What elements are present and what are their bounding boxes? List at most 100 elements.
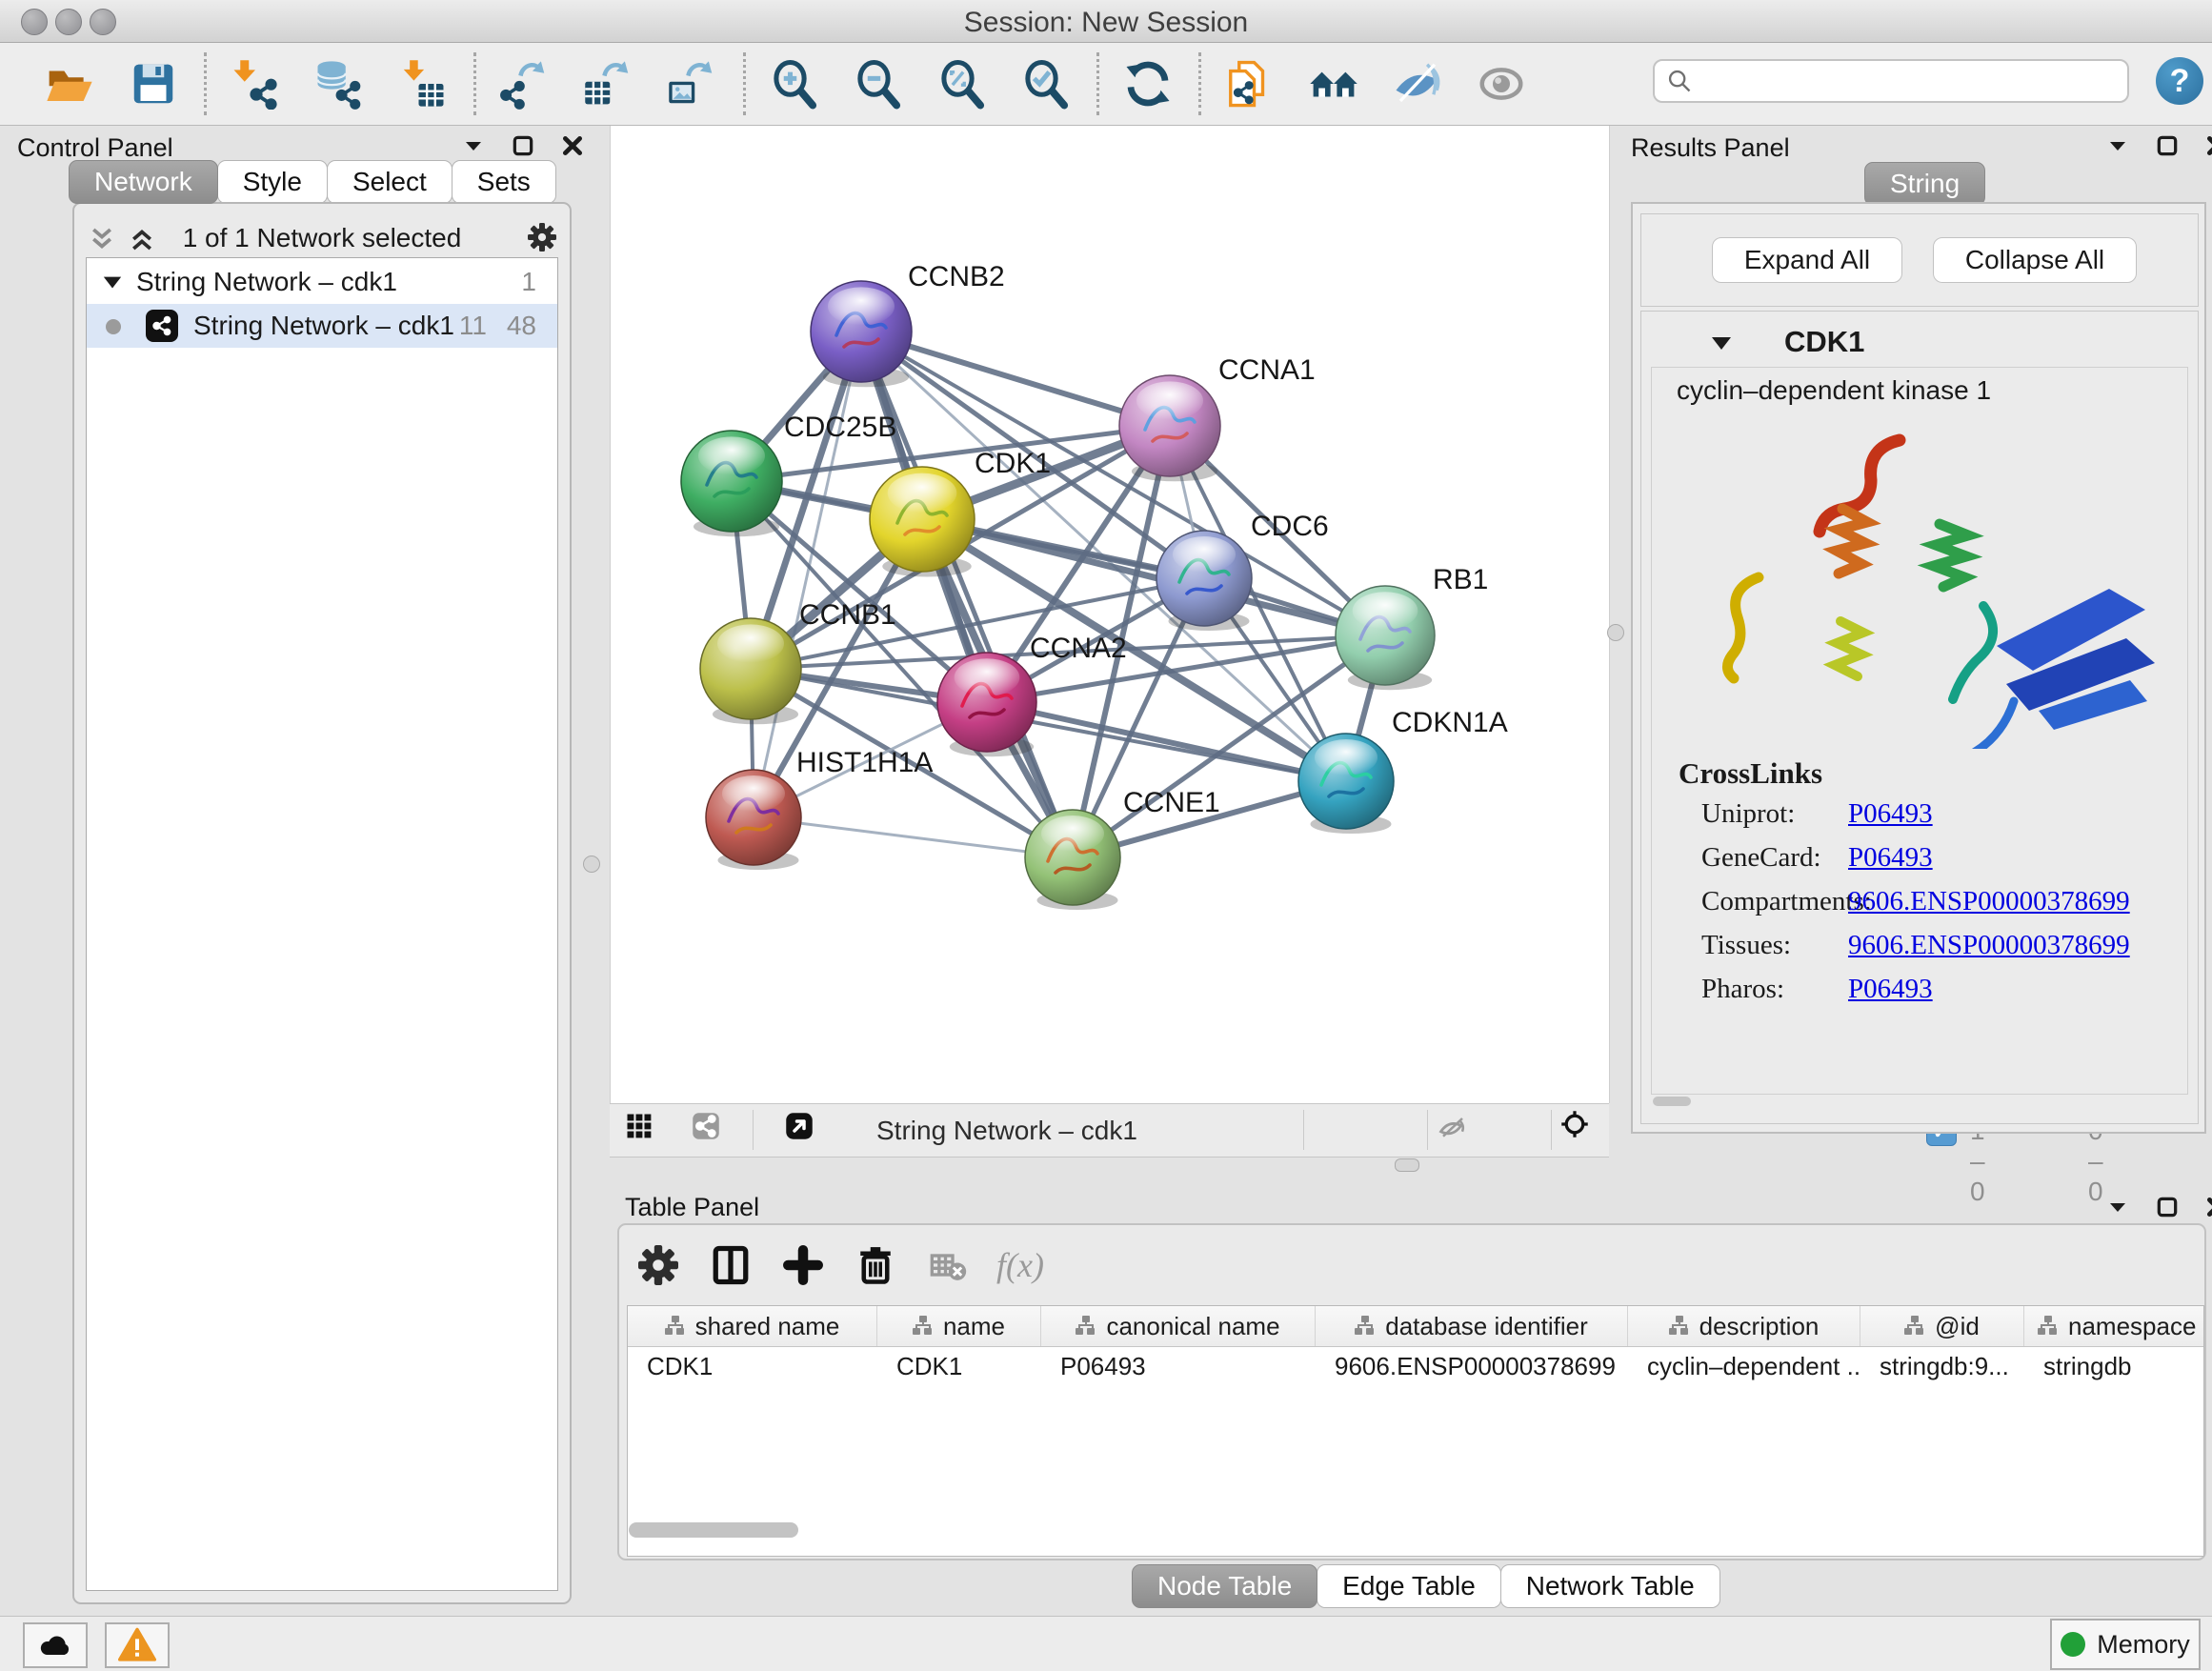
tab-network-table[interactable]: Network Table <box>1500 1564 1720 1608</box>
close-results-panel-icon[interactable] <box>2202 131 2212 160</box>
gene-name: CDK1 <box>1784 325 1864 359</box>
zoom-fit-button[interactable] <box>933 54 992 113</box>
maximize-panel-icon[interactable] <box>509 131 537 160</box>
cell-@id[interactable]: stringdb:9... <box>1860 1352 2024 1381</box>
cell-canonical-name[interactable]: P06493 <box>1041 1352 1316 1381</box>
memory-button[interactable]: Memory <box>2050 1619 2201 1670</box>
network-options-gear-icon[interactable] <box>528 223 556 252</box>
tab-network[interactable]: Network <box>69 160 218 204</box>
memory-label: Memory <box>2097 1630 2190 1660</box>
cloud-status-button[interactable] <box>23 1622 88 1668</box>
float-table-panel-icon[interactable] <box>2103 1193 2132 1221</box>
crosslink-link[interactable]: 9606.ENSP00000378699 <box>1848 886 2130 917</box>
function-builder-icon: f(x) <box>996 1241 1044 1289</box>
expand-all-button[interactable]: Expand All <box>1712 237 1902 283</box>
column-header-database-identifier[interactable]: database identifier <box>1316 1306 1628 1346</box>
maximize-results-panel-icon[interactable] <box>2153 131 2182 160</box>
tab-select[interactable]: Select <box>327 160 452 204</box>
help-button[interactable]: ? <box>2156 57 2203 105</box>
network-collection-row[interactable]: String Network – cdk1 1 <box>87 260 557 304</box>
float-panel-icon[interactable] <box>459 131 488 160</box>
column-header-name[interactable]: name <box>877 1306 1041 1346</box>
maximize-table-panel-icon[interactable] <box>2153 1193 2182 1221</box>
table-tabs: Node Table Edge Table Network Table <box>1132 1564 1719 1608</box>
import-network-database-button[interactable] <box>310 54 369 113</box>
network-canvas[interactable]: CCNB2CCNA1CDC25BCDK1CDC6RB1CCNB1CCNA2CDK… <box>610 126 1610 1103</box>
network-share-view-icon[interactable] <box>692 1112 720 1140</box>
crosslink-label: Compartments: <box>1701 886 1872 916</box>
right-splitter-handle[interactable] <box>1607 624 1624 641</box>
export-network-button[interactable] <box>495 54 554 113</box>
zoom-in-button[interactable] <box>765 54 824 113</box>
string-show-structures-button[interactable] <box>1388 54 1447 113</box>
table-settings-gear-icon[interactable] <box>634 1241 682 1289</box>
table-hscrollbar-thumb[interactable] <box>629 1522 798 1538</box>
cell-name[interactable]: CDK1 <box>877 1352 1041 1381</box>
crosslink-label: Pharos: <box>1701 974 1784 1004</box>
open-session-button[interactable] <box>40 54 99 113</box>
warnings-button[interactable] <box>105 1622 170 1668</box>
fit-selected-crosshair-icon[interactable] <box>1560 1110 1589 1138</box>
refresh-view-button[interactable] <box>1118 54 1177 113</box>
import-table-file-button[interactable] <box>393 54 452 113</box>
network-view-toolbar: String Network – cdk1 ✓ 1 – 0 0 – 0 <box>610 1103 1609 1158</box>
edge-CCNB2-HIST1H1A[interactable] <box>754 332 861 817</box>
save-session-button[interactable] <box>124 54 183 113</box>
tab-sets[interactable]: Sets <box>452 160 556 204</box>
cell-database-identifier[interactable]: 9606.ENSP00000378699 <box>1316 1352 1628 1381</box>
import-network-file-button[interactable] <box>226 54 285 113</box>
column-header-shared-name[interactable]: shared name <box>628 1306 877 1346</box>
cloud-icon <box>36 1626 74 1664</box>
tab-edge-table[interactable]: Edge Table <box>1317 1564 1501 1608</box>
cell-namespace[interactable]: stringdb <box>2024 1352 2204 1381</box>
results-scrollbar-thumb[interactable] <box>1653 1097 1691 1106</box>
network-list: String Network – cdk1 1 String Network –… <box>86 257 558 1591</box>
string-enhanced-view-button[interactable] <box>1472 54 1531 113</box>
delete-column-trash-icon[interactable] <box>852 1241 899 1289</box>
cell-description[interactable]: cyclin–dependent ... <box>1628 1352 1860 1381</box>
column-header-description[interactable]: description <box>1628 1306 1860 1346</box>
network-status-dot <box>106 319 121 334</box>
export-table-button[interactable] <box>579 54 638 113</box>
cell-shared-name[interactable]: CDK1 <box>628 1352 877 1381</box>
string-home-button[interactable] <box>1304 54 1363 113</box>
add-column-icon[interactable] <box>779 1241 827 1289</box>
crosslink-link[interactable]: 9606.ENSP00000378699 <box>1848 930 2130 961</box>
column-header-@id[interactable]: @id <box>1860 1306 2024 1346</box>
crosslink-link[interactable]: P06493 <box>1848 842 1933 874</box>
tab-string-results[interactable]: String <box>1864 162 1985 206</box>
close-panel-icon[interactable] <box>558 131 587 160</box>
search-box[interactable] <box>1653 59 2129 103</box>
node-label-CDC6: CDC6 <box>1251 511 1329 542</box>
gene-section-expander-icon[interactable] <box>1710 334 1733 358</box>
export-image-button[interactable] <box>663 54 722 113</box>
column-header-namespace[interactable]: namespace <box>2024 1306 2204 1346</box>
title-bar: Session: New Session <box>0 0 2212 43</box>
zoom-selected-button[interactable] <box>1016 54 1076 113</box>
collapse-all-button[interactable]: Collapse All <box>1933 237 2137 283</box>
zoom-out-button[interactable] <box>849 54 908 113</box>
bottom-splitter-handle[interactable] <box>1395 1158 1419 1172</box>
show-column-icon[interactable] <box>707 1241 754 1289</box>
edge-CCNA2-CDKN1A[interactable] <box>987 702 1346 781</box>
crosslink-link[interactable]: P06493 <box>1848 798 1933 830</box>
collection-expander-icon[interactable] <box>102 273 123 292</box>
tab-node-table[interactable]: Node Table <box>1132 1564 1317 1608</box>
table-row[interactable]: CDK1CDK1P064939606.ENSP00000378699cyclin… <box>628 1347 2203 1385</box>
search-input[interactable] <box>1693 66 2106 97</box>
node-label-CCNB2: CCNB2 <box>908 261 1005 292</box>
column-header-canonical-name[interactable]: canonical name <box>1041 1306 1316 1346</box>
crosslink-row: Uniprot: P06493 <box>1701 798 2178 830</box>
crosslink-row: Tissues: 9606.ENSP00000378699 <box>1701 930 2178 961</box>
crosslink-link[interactable]: P06493 <box>1848 974 1933 1005</box>
control-panel-title: Control Panel <box>17 133 173 163</box>
toolbar-separator <box>204 52 207 115</box>
float-results-panel-icon[interactable] <box>2103 131 2132 160</box>
string-import-button[interactable] <box>1220 54 1279 113</box>
birds-eye-view-icon[interactable] <box>785 1112 814 1140</box>
left-splitter-handle[interactable] <box>583 856 600 873</box>
network-row-selected[interactable]: String Network – cdk1 11 48 <box>87 304 557 348</box>
tab-style[interactable]: Style <box>217 160 328 204</box>
close-table-panel-icon[interactable] <box>2202 1193 2212 1221</box>
grid-view-icon[interactable] <box>625 1112 654 1140</box>
